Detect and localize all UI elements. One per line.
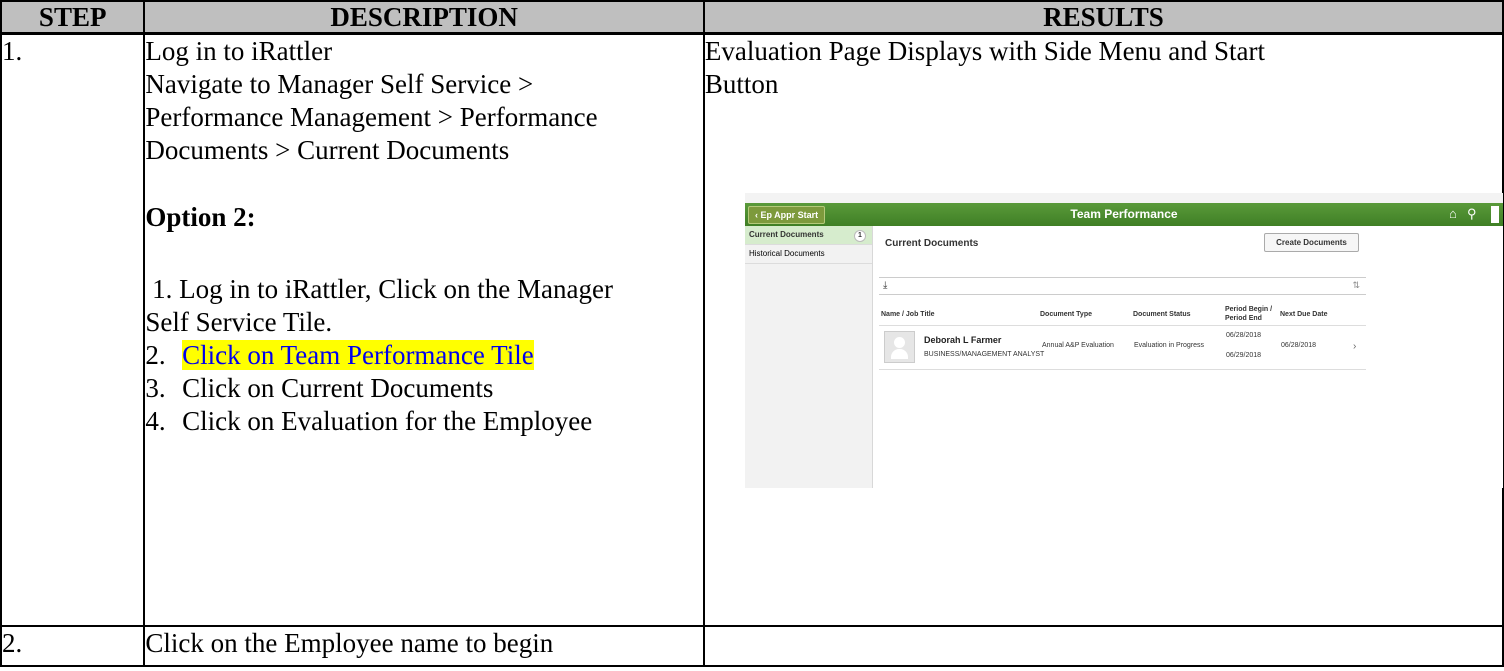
period-end: 06/29/2018 [1226, 352, 1262, 359]
col-header-type: Document Type [1040, 311, 1092, 318]
home-icon[interactable]: ⌂ [1449, 207, 1463, 221]
desc-line: Documents > Current Documents [145, 135, 510, 165]
col-header-status: Document Status [1133, 311, 1191, 318]
option-step: 1. Log in to iRattler, Click on the Mana… [152, 274, 613, 304]
step-number: 2. [2, 627, 23, 658]
search-icon[interactable]: ⚲ [1467, 207, 1481, 221]
step-1-cell: 1. [0, 32, 146, 627]
header-results: RESULTS [702, 0, 1504, 35]
desc-line: Performance Management > Performance [145, 102, 598, 132]
team-performance-screenshot: ‹ Ep Appr Start Team Performance ⌂ ⚲ Cur… [745, 193, 1503, 488]
document-type: Annual A&P Evaluation [1042, 342, 1114, 349]
banner-bar: ‹ Ep Appr Start Team Performance ⌂ ⚲ [745, 203, 1503, 226]
step-2-description: Click on the Employee name to begin [143, 624, 705, 667]
count-badge: 1 [854, 230, 866, 242]
avatar [884, 331, 915, 363]
sort-icon[interactable]: ⇅ [1352, 280, 1360, 291]
page-title: Current Documents [885, 238, 979, 249]
step-2-results [702, 624, 1504, 667]
option-step: 2. Click on Team Performance Tile [145, 340, 534, 370]
job-title: BUSINESS/MANAGEMENT ANALYST [924, 351, 1045, 358]
header-description: DESCRIPTION [143, 0, 705, 35]
filter-bar: ⤓ ⇅ [879, 277, 1366, 295]
filter-icon[interactable]: ⤓ [883, 280, 887, 291]
result-text: Evaluation Page Displays with Side Menu … [704, 36, 1266, 66]
more-icon[interactable] [1491, 206, 1499, 223]
side-item-current-documents[interactable]: Current Documents 1 [745, 226, 872, 245]
create-documents-button[interactable]: Create Documents [1264, 233, 1359, 252]
result-text: Button [704, 69, 779, 99]
desc-line: Log in to iRattler [145, 36, 333, 66]
option-step-continued: Self Service Tile. [145, 307, 333, 337]
highlighted-instruction: Click on Team Performance Tile [182, 340, 534, 370]
header-step: STEP [0, 0, 146, 35]
desc-line: Navigate to Manager Self Service > [145, 69, 534, 99]
option-heading: Option 2: [145, 202, 256, 232]
next-due-date: 06/28/2018 [1281, 342, 1317, 349]
employee-name[interactable]: Deborah L Farmer [924, 335, 1001, 345]
col-header-period: Period Begin / Period End [1225, 306, 1273, 322]
chevron-right-icon[interactable]: › [1353, 341, 1356, 352]
col-header-name: Name / Job Title [881, 311, 935, 318]
step-1-description: Log in to iRattler Navigate to Manager S… [143, 32, 705, 627]
step-number: 1. [2, 36, 23, 66]
side-item-historical-documents[interactable]: Historical Documents [745, 245, 872, 264]
step-2-cell: 2. [0, 624, 146, 667]
banner-title: Team Performance [1070, 207, 1178, 221]
document-status: Evaluation in Progress [1134, 342, 1205, 349]
side-menu: Current Documents 1 Historical Documents [745, 226, 873, 488]
period-begin: 06/28/2018 [1226, 332, 1262, 339]
col-header-due: Next Due Date [1280, 311, 1328, 318]
option-step: 3. Click on Current Documents [145, 373, 494, 403]
option-step: 4. Click on Evaluation for the Employee [145, 406, 593, 436]
bookmark-strip [745, 193, 1503, 203]
